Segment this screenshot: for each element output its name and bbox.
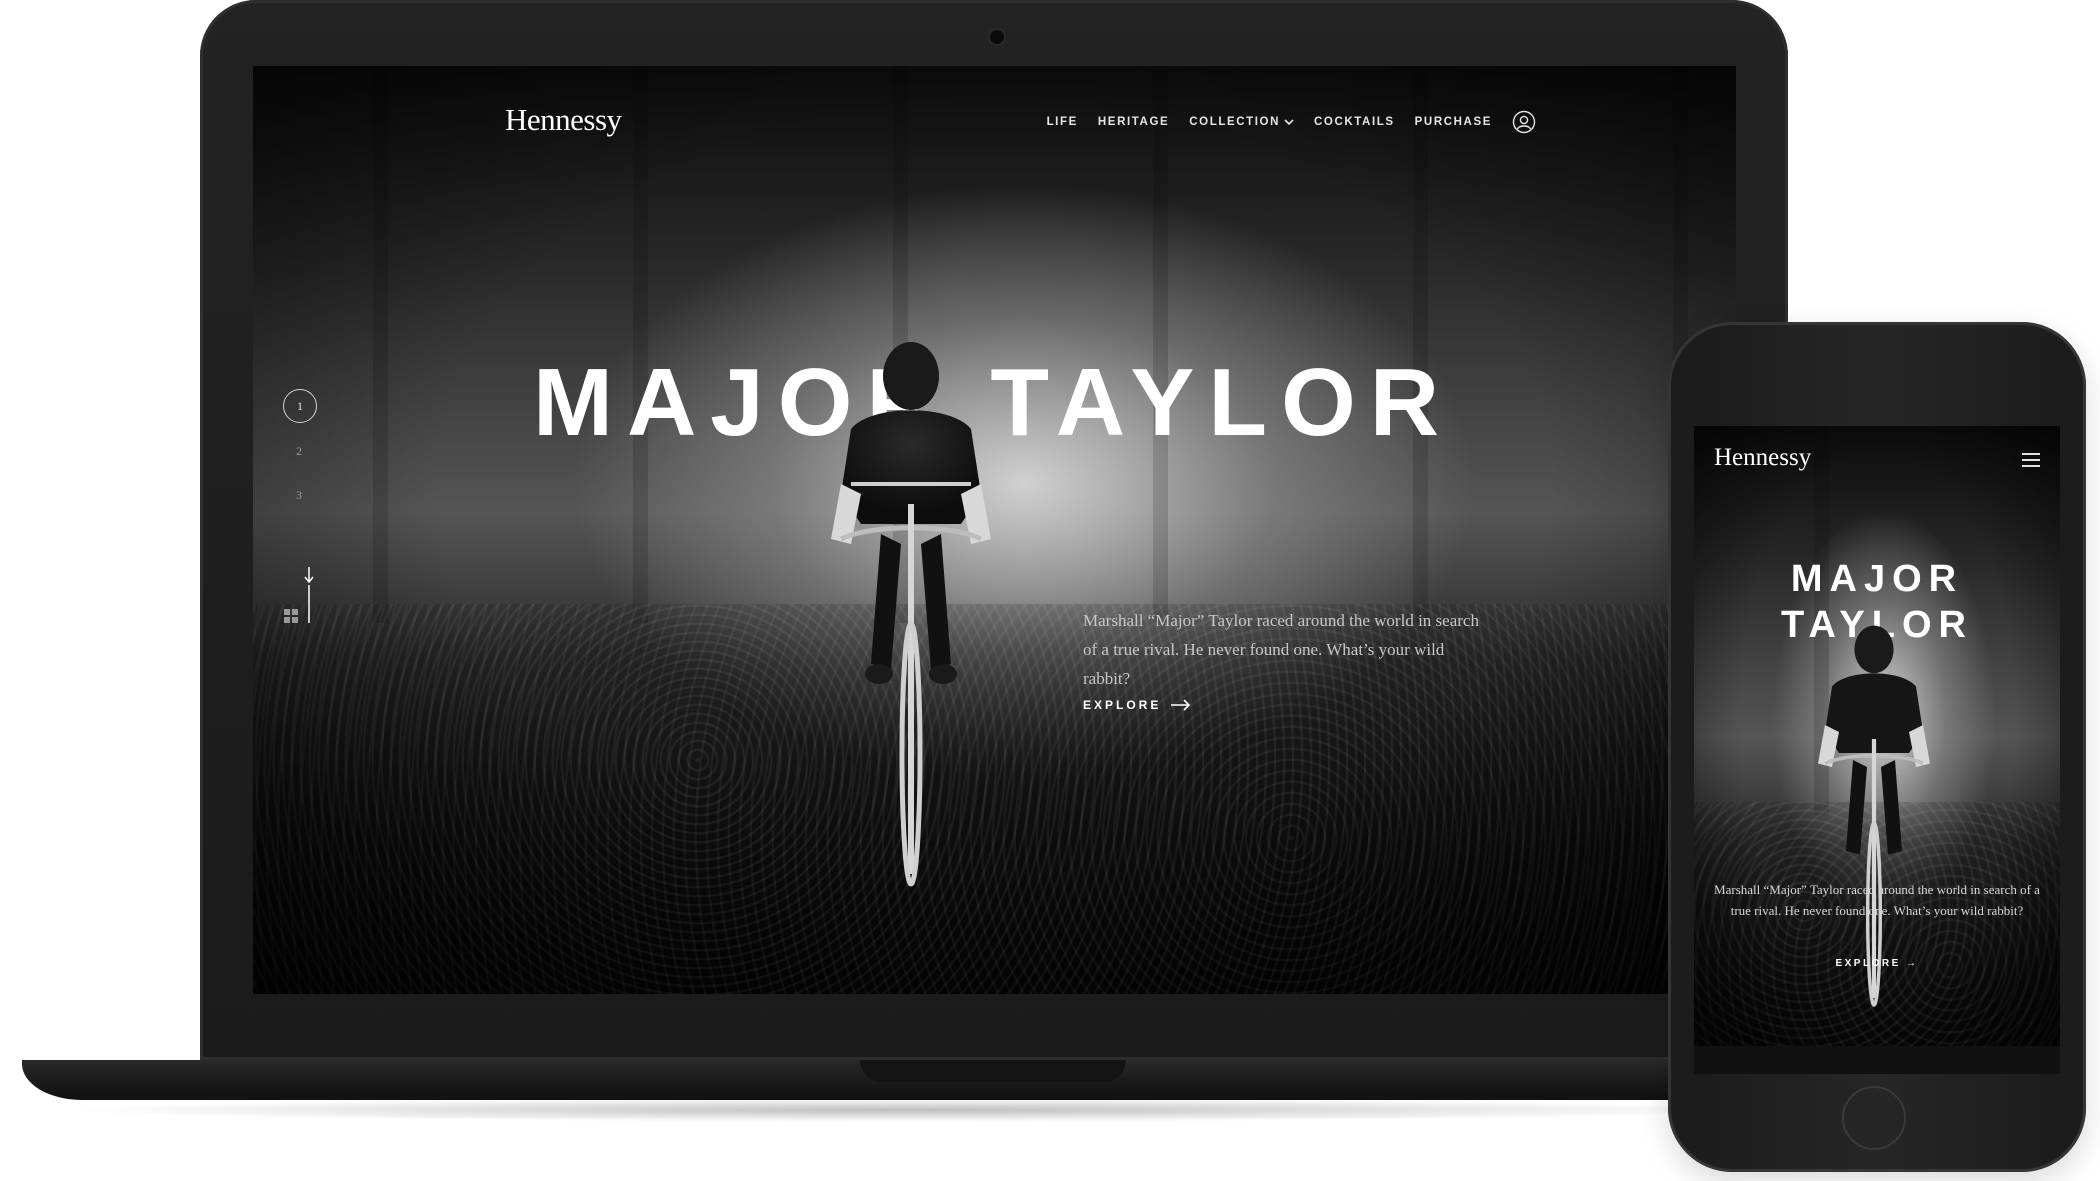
phone-hero-description: Marshall “Major” Taylor raced around the…	[1714, 882, 2040, 918]
explore-label: EXPLORE	[1083, 698, 1162, 712]
nav-item-life[interactable]: LIFE	[1047, 116, 1078, 128]
home-button[interactable]	[1842, 1086, 1906, 1150]
phone-screen: Hennessy MAJOR TAYLOR Marshall “Major” T…	[1694, 426, 2060, 1074]
hamburger-menu-icon[interactable]	[2022, 452, 2040, 468]
chevron-down-icon	[1284, 119, 1294, 126]
phone-brand-logo[interactable]: Hennessy	[1714, 444, 1811, 472]
laptop-shadow	[60, 1098, 1760, 1122]
nav-item-cocktails[interactable]: COCKTAILS	[1314, 116, 1395, 128]
explore-link[interactable]: EXPLORE	[1083, 698, 1191, 712]
camera-icon	[990, 30, 1004, 44]
phone-bottom-bar	[1694, 1046, 2060, 1074]
phone-device: Hennessy MAJOR TAYLOR Marshall “Major” T…	[1668, 322, 2086, 1172]
arrow-right-icon: →	[1906, 958, 1919, 969]
phone-explore-link[interactable]: EXPLORE →	[1694, 958, 2060, 969]
nav-item-purchase[interactable]: PURCHASE	[1415, 116, 1492, 128]
main-nav: LIFE HERITAGE COLLECTION COCKTAILS PURCH…	[1047, 110, 1536, 134]
slide-2-button[interactable]: 2	[283, 435, 315, 467]
grid-icon[interactable]	[283, 609, 298, 623]
phone-hero-title-line1: MAJOR	[1790, 558, 1964, 600]
laptop-notch	[860, 1060, 1126, 1082]
cyclist-image	[831, 342, 991, 887]
phone-explore-label: EXPLORE	[1835, 958, 1901, 969]
scroll-down-icon[interactable]	[302, 567, 316, 623]
laptop-screen: Hennessy LIFE HERITAGE COLLECTION COCKTA…	[253, 66, 1736, 994]
nav-item-collection[interactable]: COLLECTION	[1189, 116, 1294, 128]
slide-1-button[interactable]: 1	[283, 389, 317, 423]
slide-3-button[interactable]: 3	[283, 479, 315, 511]
nav-item-heritage[interactable]: HERITAGE	[1098, 116, 1169, 128]
user-circle-icon[interactable]	[1512, 110, 1536, 134]
slide-navigation: 1 2 3	[283, 389, 317, 628]
nav-item-collection-label: COLLECTION	[1189, 116, 1281, 128]
brand-logo[interactable]: Hennessy	[505, 102, 622, 138]
arrow-right-icon	[1171, 699, 1191, 711]
hero-description: Marshall “Major” Taylor raced around the…	[1083, 611, 1479, 688]
